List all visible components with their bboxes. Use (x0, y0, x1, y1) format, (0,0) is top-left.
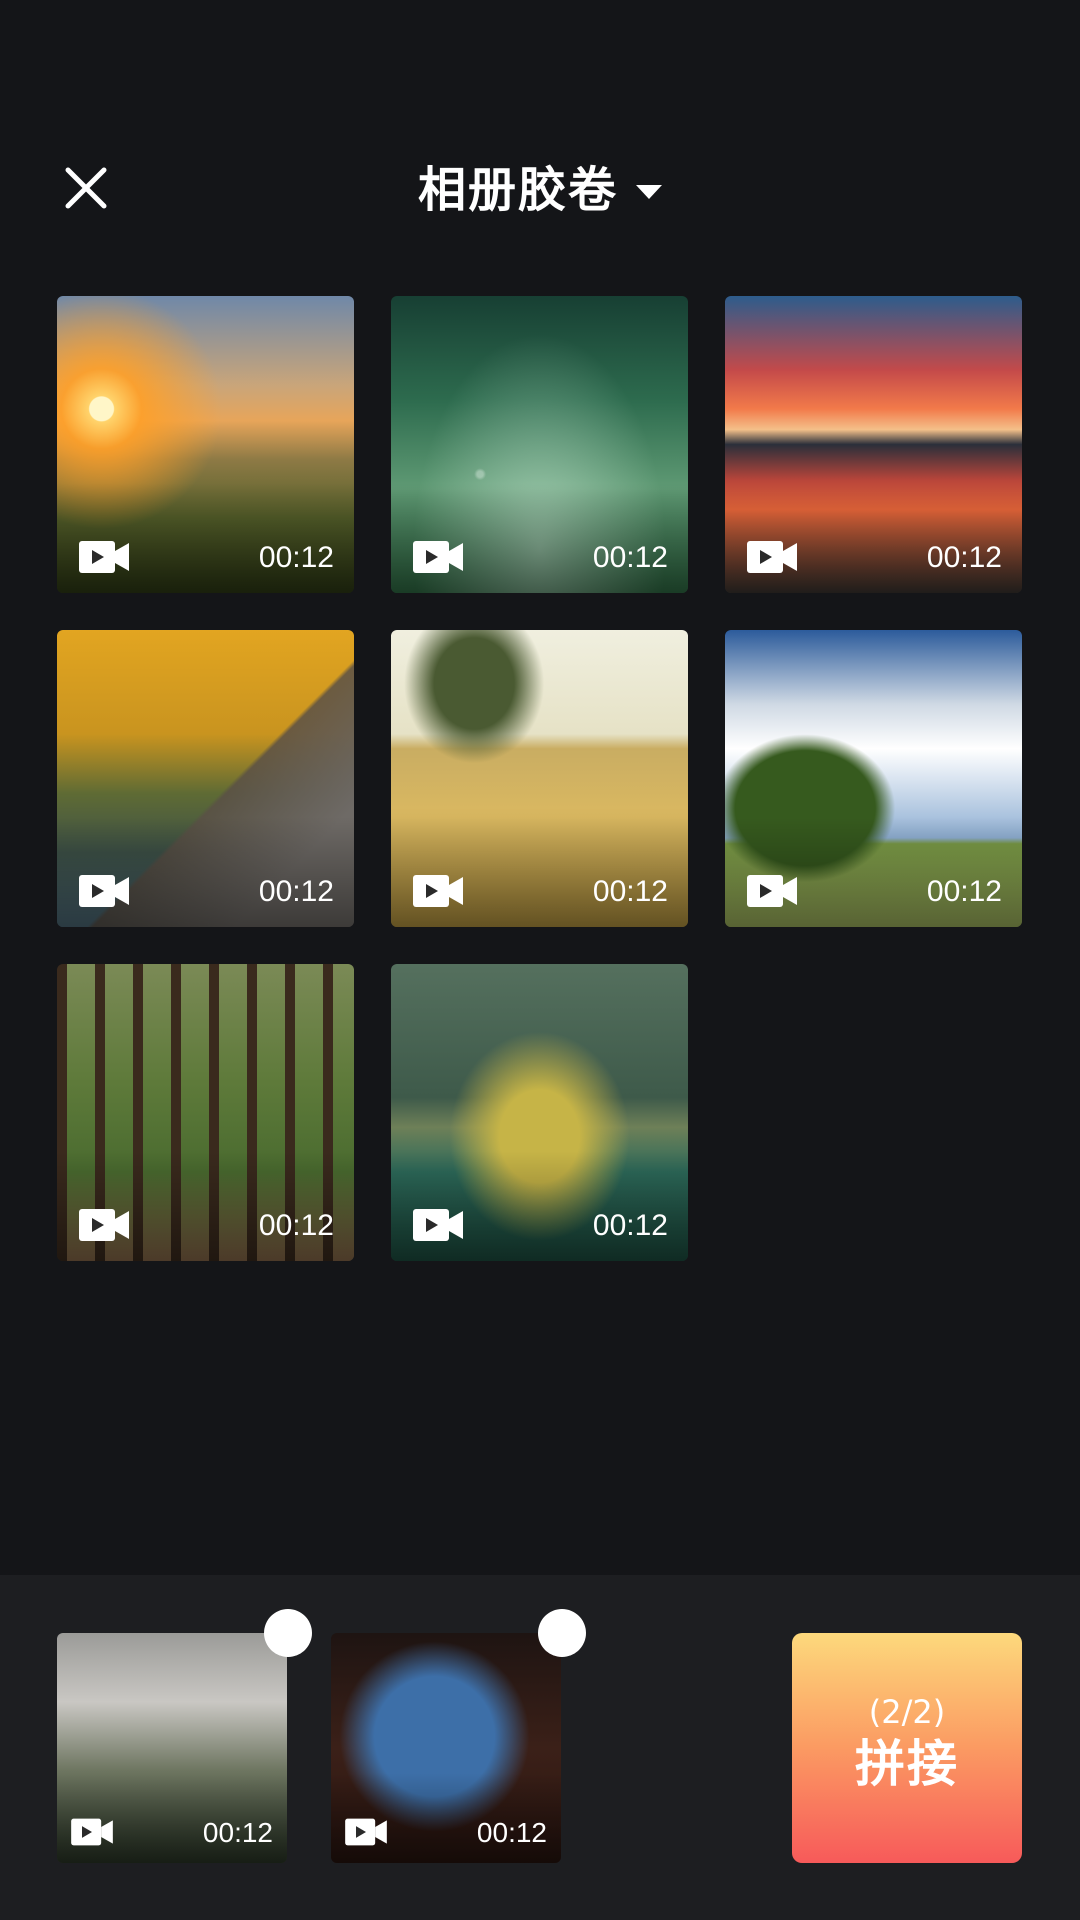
merge-button-label: 拼接 (855, 1735, 959, 1793)
video-thumbnail-sunset[interactable]: 00:12 (57, 296, 354, 593)
remove-selected-button[interactable] (538, 1609, 586, 1657)
album-title: 相册胶卷 (417, 162, 618, 218)
video-thumbnail-tree[interactable]: 00:12 (725, 630, 1022, 927)
album-selector[interactable]: 相册胶卷 (0, 155, 1080, 225)
video-thumbnail-field[interactable]: 00:12 (391, 630, 688, 927)
album-picker-screen: 相册胶卷 00:12 00:12 00:12 00:12 00:12 00:12… (0, 0, 1080, 1920)
video-duration: 00:12 (926, 875, 1002, 908)
video-duration: 00:12 (926, 541, 1002, 574)
video-duration: 00:12 (592, 1209, 668, 1242)
video-thumbnail-autumn-forest[interactable]: 00:12 (57, 630, 354, 927)
video-camera-icon (747, 875, 797, 907)
video-duration: 00:12 (258, 541, 334, 574)
video-camera-icon (345, 1818, 387, 1846)
video-camera-icon (71, 1818, 113, 1846)
video-thumbnail-woods[interactable]: 00:12 (57, 964, 354, 1261)
video-camera-icon (413, 1209, 463, 1241)
selection-count: (2/2) (868, 1693, 946, 1731)
chevron-down-icon (636, 185, 662, 199)
video-thumbnail-flowers[interactable]: 00:12 (391, 296, 688, 593)
video-camera-icon (413, 541, 463, 573)
video-camera-icon (79, 541, 129, 573)
video-camera-icon (79, 1209, 129, 1241)
video-duration: 00:12 (592, 875, 668, 908)
video-duration: 00:12 (476, 1817, 547, 1848)
merge-button[interactable]: (2/2) 拼接 (792, 1633, 1022, 1863)
video-duration: 00:12 (258, 875, 334, 908)
video-camera-icon (747, 541, 797, 573)
video-camera-icon (413, 875, 463, 907)
selected-thumbnail-fog[interactable]: 00:12 (57, 1633, 287, 1863)
media-grid: 00:12 00:12 00:12 00:12 00:12 00:12 00:1… (57, 296, 1022, 1261)
remove-selected-button[interactable] (264, 1609, 312, 1657)
video-duration: 00:12 (202, 1817, 273, 1848)
video-duration: 00:12 (592, 541, 668, 574)
selected-thumbnail-cave[interactable]: 00:12 (331, 1633, 561, 1863)
video-thumbnail-lake[interactable]: 00:12 (391, 964, 688, 1261)
video-thumbnail-reflection[interactable]: 00:12 (725, 296, 1022, 593)
video-duration: 00:12 (258, 1209, 334, 1242)
video-camera-icon (79, 875, 129, 907)
